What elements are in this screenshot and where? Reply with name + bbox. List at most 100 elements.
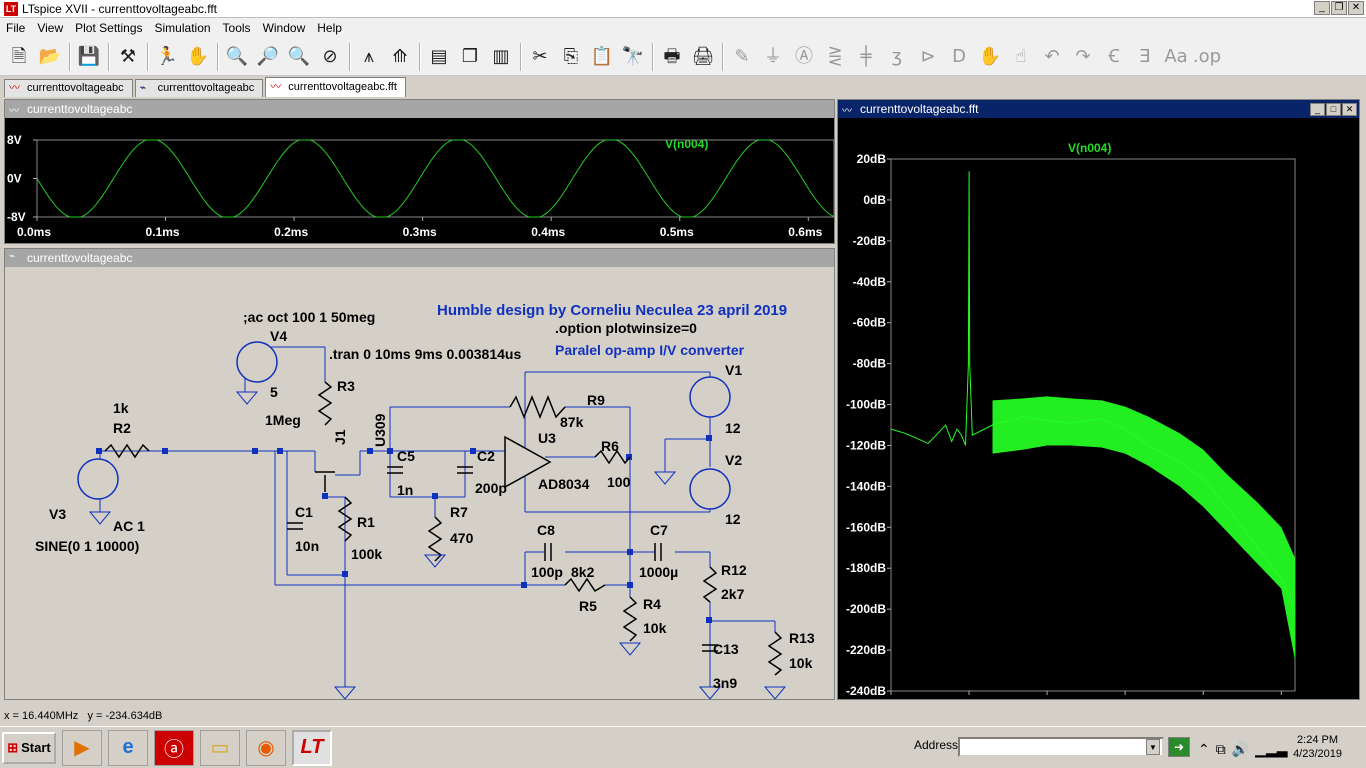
label-v3-ac[interactable]: AC 1 bbox=[113, 518, 145, 534]
label-net-icon[interactable]: Ⓐ bbox=[789, 42, 819, 72]
tile-horizontal-icon[interactable]: ▤ bbox=[424, 42, 454, 72]
acrobat-icon[interactable]: ⓐ bbox=[154, 729, 194, 766]
label-r5-value[interactable]: 8k2 bbox=[571, 564, 595, 580]
label-v2-value[interactable]: 12 bbox=[725, 511, 741, 527]
label-c2[interactable]: C2 bbox=[477, 448, 495, 464]
fft-close-button[interactable]: ✕ bbox=[1342, 102, 1357, 116]
label-c2-value[interactable]: 200p bbox=[475, 480, 507, 496]
label-r9[interactable]: R9 bbox=[587, 392, 605, 408]
schematic-canvas[interactable]: V4 5 R3 1Meg 1k R2 V3 AC 1 SINE(0 1 1000… bbox=[5, 267, 834, 699]
diode-icon[interactable]: ⊳ bbox=[913, 42, 943, 72]
drag-icon[interactable]: ☝ bbox=[1006, 42, 1036, 72]
inductor-icon[interactable]: ʒ bbox=[882, 42, 912, 72]
clock[interactable]: 2:24 PM 4/23/2019 bbox=[1293, 733, 1342, 761]
label-r5[interactable]: R5 bbox=[579, 598, 597, 614]
design-heading[interactable]: Humble design by Corneliu Neculea 23 apr… bbox=[437, 302, 787, 319]
label-r12[interactable]: R12 bbox=[721, 562, 747, 578]
menu-simulation[interactable]: Simulation bbox=[155, 21, 211, 35]
fft-maximize-button[interactable]: □ bbox=[1326, 102, 1341, 116]
menu-plot-settings[interactable]: Plot Settings bbox=[75, 21, 142, 35]
label-u3-model[interactable]: AD8034 bbox=[538, 476, 590, 492]
address-dropdown-icon[interactable]: ▼ bbox=[1146, 739, 1160, 755]
label-c5-value[interactable]: 1n bbox=[397, 482, 413, 498]
close-button[interactable]: ✕ bbox=[1348, 1, 1364, 15]
rotate-icon[interactable]: Ꞓ bbox=[1099, 42, 1129, 72]
menu-help[interactable]: Help bbox=[317, 21, 342, 35]
volume-icon[interactable]: 🔊 bbox=[1232, 741, 1249, 758]
label-v1-value[interactable]: 12 bbox=[725, 420, 741, 436]
halt-icon[interactable]: ✋ bbox=[183, 42, 213, 72]
label-r4[interactable]: R4 bbox=[643, 596, 661, 612]
design-subtitle[interactable]: Paralel op-amp I/V converter bbox=[555, 342, 745, 358]
label-c7-value[interactable]: 1000µ bbox=[639, 564, 678, 580]
menu-view[interactable]: View bbox=[37, 21, 63, 35]
run-icon[interactable]: 🏃 bbox=[152, 42, 182, 72]
move-icon[interactable]: ✋ bbox=[975, 42, 1005, 72]
label-r9-value[interactable]: 87k bbox=[560, 414, 584, 430]
cut-icon[interactable]: ✂ bbox=[525, 42, 555, 72]
label-v1[interactable]: V1 bbox=[725, 362, 742, 378]
label-r12-value[interactable]: 2k7 bbox=[721, 586, 745, 602]
label-r1[interactable]: R1 bbox=[357, 514, 375, 530]
label-v3[interactable]: V3 bbox=[49, 506, 66, 522]
print-icon[interactable]: 🖨 bbox=[688, 42, 718, 72]
label-r3-value[interactable]: 1Meg bbox=[265, 412, 301, 428]
label-r1-value[interactable]: 100k bbox=[351, 546, 382, 562]
fft-minimize-button[interactable]: _ bbox=[1310, 102, 1325, 116]
open-icon[interactable]: 📂 bbox=[35, 42, 65, 72]
save-icon[interactable]: 💾 bbox=[74, 42, 104, 72]
component-icon[interactable]: D bbox=[944, 42, 974, 72]
label-r3[interactable]: R3 bbox=[337, 378, 355, 394]
new-schematic-icon[interactable]: 🗎 bbox=[4, 42, 34, 72]
cancel-zoom-icon[interactable]: ⊘ bbox=[315, 42, 345, 72]
tile-vertical-icon[interactable]: ▥ bbox=[486, 42, 516, 72]
resistor-icon[interactable]: ⋛ bbox=[820, 42, 850, 72]
label-c13-value[interactable]: 3n9 bbox=[713, 675, 737, 691]
directive-ac[interactable]: ;ac oct 100 1 50meg bbox=[243, 309, 375, 325]
label-v3-sine[interactable]: SINE(0 1 10000) bbox=[35, 538, 139, 554]
autorange-icon[interactable]: ⩚ bbox=[354, 42, 384, 72]
fft-window-caption[interactable]: 〰 currenttovoltageabc.fft _ □ ✕ bbox=[838, 100, 1359, 118]
label-v2[interactable]: V2 bbox=[725, 452, 742, 468]
label-r2[interactable]: R2 bbox=[113, 420, 131, 436]
media-player-icon[interactable]: ▶ bbox=[62, 729, 102, 766]
spice-directive-icon[interactable]: .op bbox=[1192, 42, 1222, 72]
label-c7[interactable]: C7 bbox=[650, 522, 668, 538]
ground-icon[interactable]: ⏚ bbox=[758, 42, 788, 72]
ltspice-app-icon[interactable]: LT bbox=[4, 1, 18, 16]
control-panel-icon[interactable]: ⚒ bbox=[113, 42, 143, 72]
label-r2-value[interactable]: 1k bbox=[113, 400, 129, 416]
waveform-window[interactable]: 〰 currenttovoltageabc V(n004) 8V 0V -8V 0.… bbox=[4, 99, 835, 244]
label-r4-value[interactable]: 10k bbox=[643, 620, 667, 636]
network-icon[interactable]: ⧉ bbox=[1216, 741, 1226, 758]
draw-wire-icon[interactable]: ✎ bbox=[727, 42, 757, 72]
label-r7[interactable]: R7 bbox=[450, 504, 468, 520]
ie-icon[interactable]: e bbox=[108, 729, 148, 766]
fft-trace-label[interactable]: V(n004) bbox=[1068, 141, 1111, 155]
redo-icon[interactable]: ↷ bbox=[1068, 42, 1098, 72]
signal-icon[interactable]: ▁▂▃ bbox=[1255, 741, 1287, 758]
firefox-icon[interactable]: ◉ bbox=[246, 729, 286, 766]
label-r13[interactable]: R13 bbox=[789, 630, 815, 646]
label-r6-value[interactable]: 100 bbox=[607, 474, 631, 490]
directive-option[interactable]: .option plotwinsize=0 bbox=[555, 320, 697, 336]
label-j1-model[interactable]: U309 bbox=[372, 413, 388, 447]
text-icon[interactable]: Aa bbox=[1161, 42, 1191, 72]
folder-icon[interactable]: ▭ bbox=[200, 729, 240, 766]
ltspice-icon[interactable]: LT bbox=[292, 729, 332, 766]
menu-tools[interactable]: Tools bbox=[223, 21, 251, 35]
capacitor-icon[interactable]: ╪ bbox=[851, 42, 881, 72]
undo-icon[interactable]: ↶ bbox=[1037, 42, 1067, 72]
cascade-icon[interactable]: ❐ bbox=[455, 42, 485, 72]
label-c13[interactable]: C13 bbox=[713, 641, 739, 657]
schematic-window[interactable]: ⌁ currenttovoltageabc V4 5 R3 1Meg 1k R2… bbox=[4, 248, 835, 700]
menu-file[interactable]: File bbox=[6, 21, 25, 35]
address-input[interactable] bbox=[958, 737, 1164, 757]
zoom-in-icon[interactable]: 🔍 bbox=[222, 42, 252, 72]
directive-tran[interactable]: .tran 0 10ms 9ms 0.003814us bbox=[329, 346, 521, 362]
label-c8-value[interactable]: 100p bbox=[531, 564, 563, 580]
start-button[interactable]: ⊞ Start bbox=[2, 731, 56, 764]
copy-icon[interactable]: ⎘ bbox=[556, 42, 586, 72]
label-c1[interactable]: C1 bbox=[295, 504, 313, 520]
label-v4-value[interactable]: 5 bbox=[270, 384, 278, 400]
